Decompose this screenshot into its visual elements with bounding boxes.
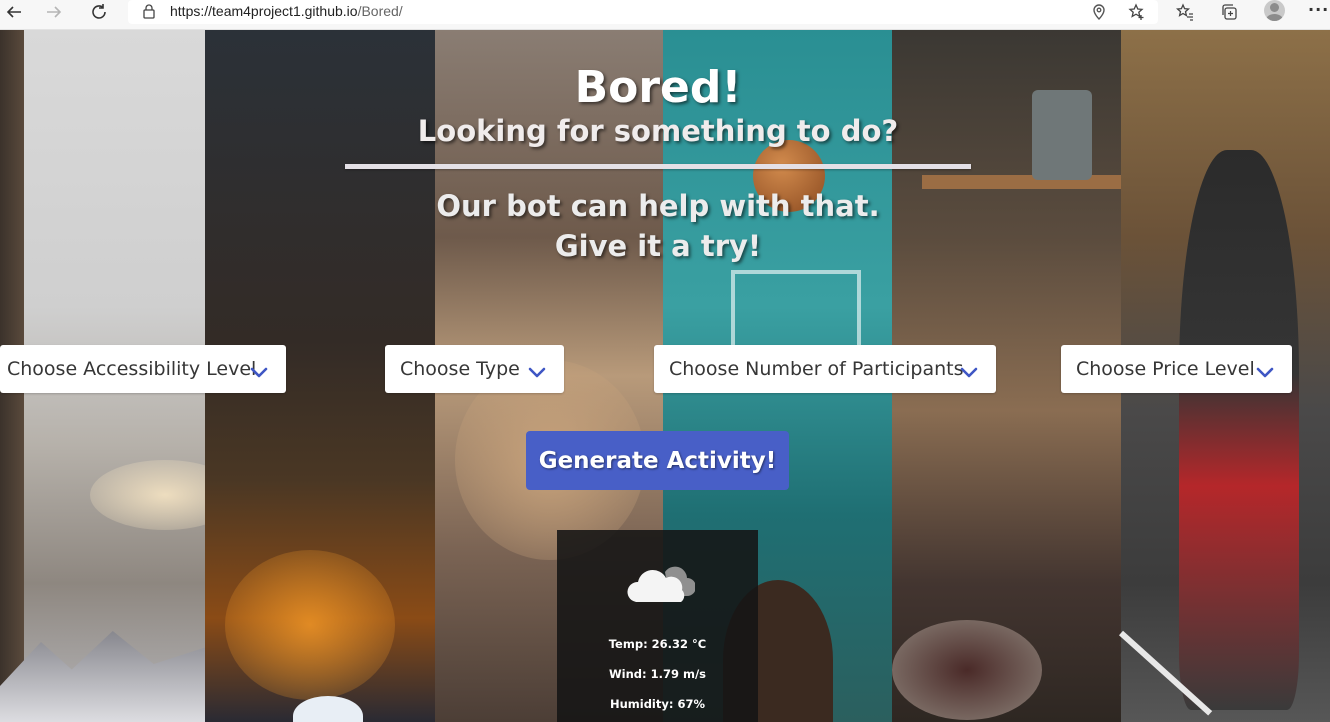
chevron-down-icon bbox=[528, 362, 546, 378]
back-button[interactable] bbox=[2, 2, 26, 22]
forward-arrow-icon bbox=[47, 6, 62, 18]
participants-select[interactable]: Choose Number of Participants bbox=[654, 345, 996, 393]
weather-wind: Wind: 1.79 m/s bbox=[608, 667, 707, 681]
location-button[interactable] bbox=[1088, 2, 1110, 22]
more-options-icon[interactable]: ··· bbox=[1308, 0, 1329, 19]
star-add-icon bbox=[1128, 3, 1144, 20]
type-select[interactable]: Choose Type bbox=[385, 345, 564, 393]
page-title: Bored! bbox=[574, 62, 742, 113]
chevron-down-icon bbox=[250, 362, 268, 378]
url-path: /Bored/ bbox=[357, 3, 403, 19]
type-select-label: Choose Type bbox=[400, 358, 520, 380]
add-favorite-button[interactable] bbox=[1126, 2, 1148, 22]
tagline-line-2: Give it a try! bbox=[554, 229, 762, 263]
accessibility-select-label: Choose Accessibility Level bbox=[7, 358, 257, 380]
weather-humidity: Humidity: 67% bbox=[609, 697, 706, 711]
price-select-label: Choose Price Level bbox=[1076, 358, 1255, 380]
chevron-down-icon bbox=[960, 362, 978, 378]
price-select[interactable]: Choose Price Level bbox=[1061, 345, 1292, 393]
tagline-line-1: Our bot can help with that. bbox=[436, 189, 880, 223]
favorites-star-icon bbox=[1176, 3, 1193, 21]
location-pin-icon bbox=[1093, 4, 1105, 20]
url-host: https://team4project1.github.io bbox=[170, 3, 358, 19]
favorites-button[interactable] bbox=[1174, 2, 1196, 22]
accessibility-select[interactable]: Choose Accessibility Level bbox=[0, 345, 286, 393]
profile-avatar[interactable] bbox=[1264, 0, 1285, 21]
divider bbox=[345, 164, 971, 169]
collections-icon bbox=[1222, 4, 1237, 20]
chevron-down-icon bbox=[1256, 362, 1274, 378]
participants-select-label: Choose Number of Participants bbox=[669, 358, 964, 380]
collections-button[interactable] bbox=[1218, 2, 1240, 22]
refresh-icon bbox=[92, 4, 106, 19]
page-subtitle: Looking for something to do? bbox=[417, 114, 899, 148]
cloud-icon bbox=[627, 566, 695, 602]
url-text: https://team4project1.github.io/Bored/ bbox=[170, 3, 403, 19]
weather-card: Temp: 26.32 °C Wind: 1.79 m/s Humidity: … bbox=[557, 530, 758, 722]
generate-activity-button[interactable]: Generate Activity! bbox=[526, 431, 789, 490]
tagline: Our bot can help with that. Give it a tr… bbox=[0, 186, 1316, 266]
browser-toolbar: https://team4project1.github.io/Bored/ ·… bbox=[0, 0, 1330, 30]
refresh-button[interactable] bbox=[87, 2, 111, 22]
weather-temp: Temp: 26.32 °C bbox=[608, 637, 707, 651]
forward-button[interactable] bbox=[42, 2, 66, 22]
back-arrow-icon bbox=[6, 6, 21, 18]
address-bar[interactable]: https://team4project1.github.io/Bored/ bbox=[128, 0, 1158, 24]
lock-icon bbox=[143, 4, 155, 19]
